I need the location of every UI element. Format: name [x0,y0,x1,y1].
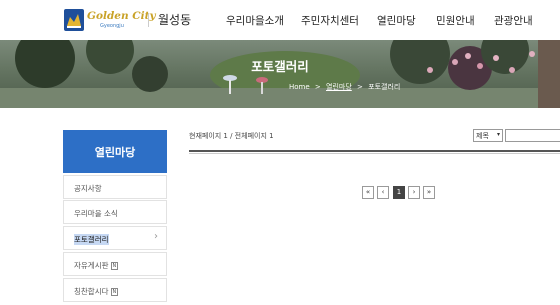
chevron-down-icon: ▾ [496,131,500,138]
breadcrumb-separator: > [314,83,321,91]
new-badge: N [110,262,119,270]
search-input[interactable] [505,129,560,142]
pagination-first-button[interactable]: « [362,186,374,199]
chevron-right-icon: › [154,231,158,242]
search-select-value: 제목 [476,132,489,140]
gyeongju-emblem-icon [64,9,84,31]
page-info: 현재페이지 1 / 전체페이지 1 [189,132,274,140]
logo-divider [148,13,149,27]
sidebar-title: 열린마당 [63,130,167,173]
pagination-last-button[interactable]: » [423,186,435,199]
banner-title: 포토갤러리 [251,59,309,74]
logo-subtext: Gyeongju [100,23,124,29]
logo-text: Golden City [87,10,156,22]
search-field-select[interactable]: 제목 ▾ [473,129,503,142]
new-badge: N [110,288,119,296]
site-header: Golden City Gyeongju 월성동 우리마을소개 주민자치센터 열… [0,0,560,40]
sidebar-item-label: 공지사항 [74,184,102,193]
pagination-next-button[interactable]: › [408,186,420,199]
pagination-prev-button[interactable]: ‹ [377,186,389,199]
site-name[interactable]: 월성동 [158,11,191,28]
page-banner: 포토갤러리 Home > 열린마당 > 포토갤러리 [0,40,560,108]
sidebar-item-label-wrap: 칭찬합시다 N [74,286,119,297]
list-top-rule [189,150,560,152]
pagination-page-1[interactable]: 1 [393,186,405,199]
nav-item-tourism[interactable]: 관광안내 [494,13,533,28]
sidebar-item-village-news[interactable]: 우리마을 소식 [63,200,167,224]
nav-item-civil-service[interactable]: 민원안내 [436,13,475,28]
nav-item-open-forum[interactable]: 열린마당 [377,13,416,28]
nav-item-resident-center[interactable]: 주민자치센터 [301,13,359,28]
sidebar-item-photo-gallery[interactable]: 포토갤러리 › [63,226,167,250]
list-bottom-rule [189,153,560,154]
sidebar-item-label-wrap: 자유게시판 N [74,260,119,271]
sidebar-item-free-board[interactable]: 자유게시판 N [63,252,167,276]
site-logo[interactable]: Golden City Gyeongju [64,9,156,31]
sidebar-item-notices[interactable]: 공지사항 [63,175,167,199]
sidebar-item-label: 포토갤러리 [74,234,109,245]
sidebar-item-praise[interactable]: 칭찬합시다 N [63,278,167,302]
breadcrumb-photo-gallery[interactable]: 포토갤러리 [368,83,400,91]
breadcrumb: Home > 열린마당 > 포토갤러리 [289,82,403,92]
sidebar-item-label: 우리마을 소식 [74,209,118,218]
breadcrumb-separator: > [357,83,363,91]
sidebar-item-label: 자유게시판 [74,261,109,270]
sidebar-item-label: 칭찬합시다 [74,287,109,296]
breadcrumb-open-forum[interactable]: 열린마당 [326,83,352,91]
nav-item-village-intro[interactable]: 우리마을소개 [226,13,284,28]
breadcrumb-home[interactable]: Home [289,83,310,91]
